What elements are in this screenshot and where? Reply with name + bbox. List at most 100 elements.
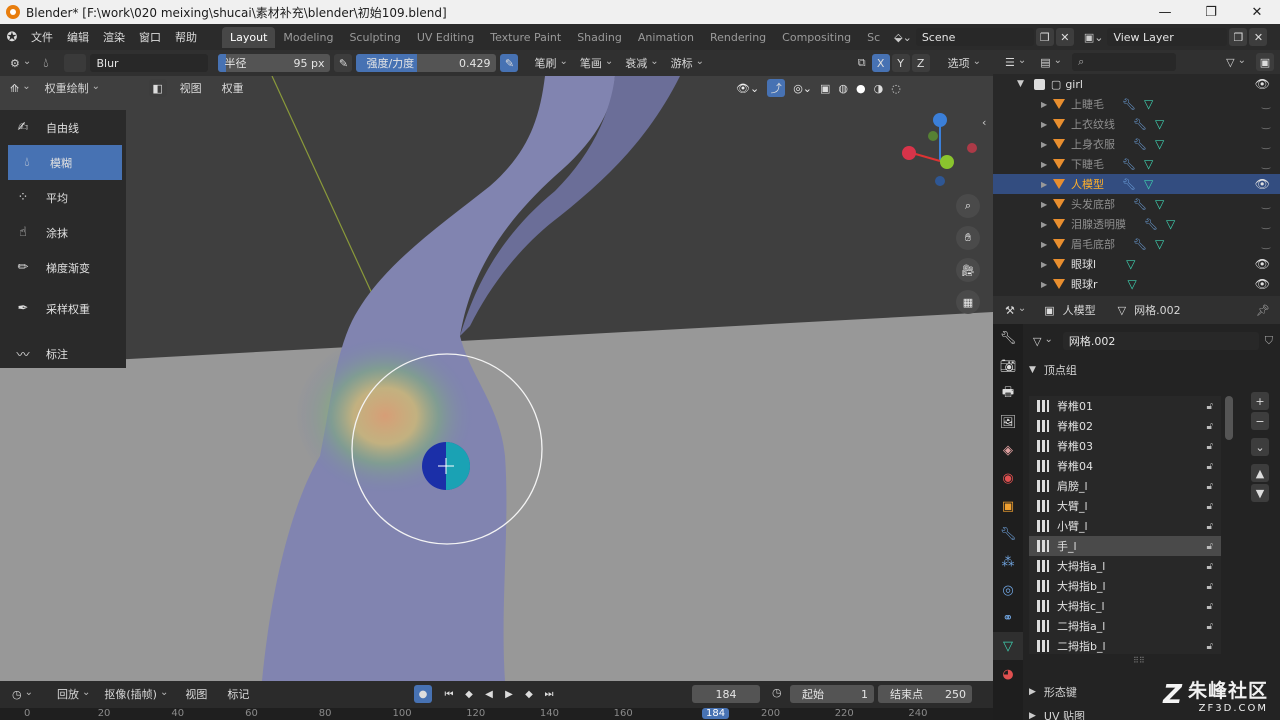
modifier-wrench-icon[interactable]: 🔧︎	[1133, 138, 1147, 151]
strength-field[interactable]: 强度/力度 0.429	[356, 54, 497, 72]
tab-sculpting[interactable]: Sculpting	[341, 27, 408, 48]
current-frame-field[interactable]: 184	[692, 685, 760, 703]
checkbox-icon[interactable]	[1033, 78, 1045, 90]
scene-tab-icon[interactable]: ◈	[993, 436, 1023, 464]
eye-closed-icon[interactable]: ‿	[1262, 199, 1270, 210]
shading-rendered-icon[interactable]: ◌	[891, 82, 901, 95]
new-scene-icon[interactable]: ❐	[1035, 28, 1054, 46]
view-layer-tab-icon[interactable]: 🖼︎	[993, 408, 1023, 436]
eye-icon[interactable]: 👁︎	[1255, 257, 1270, 271]
particles-tab-icon[interactable]: ⁂	[993, 548, 1023, 576]
outliner-collection-row[interactable]: ▼ ▢ girl 👁︎	[993, 74, 1280, 94]
record-button[interactable]: ●	[414, 685, 432, 703]
brush-name-field[interactable]: Blur	[90, 54, 209, 72]
keying-dropdown[interactable]: 抠像(插帧)	[100, 686, 172, 702]
drop-icon[interactable]: 💧︎	[43, 56, 48, 71]
strength-pressure-icon[interactable]: ✎	[500, 54, 519, 72]
expand-arrow-icon[interactable]: ▶	[1041, 260, 1053, 269]
vertex-group-row[interactable]: 脊椎04 🔓︎	[1029, 456, 1221, 476]
menu-weights[interactable]: 权重	[215, 80, 251, 96]
tab-scripting[interactable]: Sc	[859, 27, 888, 48]
mesh-data-icon[interactable]: ▽	[1155, 197, 1164, 211]
outliner-object-row[interactable]: ▶ 眉毛底部 🔧︎ ▽ ‿	[993, 234, 1280, 254]
tool-blur[interactable]: 💧︎ 模糊	[8, 145, 122, 180]
xray-icon[interactable]: ▣	[820, 82, 830, 95]
outliner-object-row[interactable]: ▶ 泪腺透明膜 🔧︎ ▽ ‿	[993, 214, 1280, 234]
modifier-wrench-icon[interactable]: 🔧︎	[1122, 98, 1136, 111]
minimize-button[interactable]: —	[1142, 0, 1188, 24]
mesh-data-icon[interactable]: ▽	[1144, 97, 1153, 111]
outliner-object-row[interactable]: ▶ 眼球r ▽ 👁︎	[993, 274, 1280, 294]
mesh-data-icon[interactable]: ▽	[1144, 177, 1153, 191]
expand-arrow-icon[interactable]: ▶	[1041, 160, 1053, 169]
mesh-browse-icon[interactable]: ▽	[1029, 335, 1057, 348]
delete-view-layer-icon[interactable]: ✕	[1249, 28, 1268, 46]
face-mask-icon[interactable]: ◧	[148, 79, 167, 97]
pin-icon[interactable]: 📌︎	[1256, 304, 1270, 317]
shading-material-icon[interactable]: ◑	[874, 82, 884, 95]
tab-shading[interactable]: Shading	[569, 27, 630, 48]
mesh-data-icon[interactable]: ▽	[1155, 137, 1164, 151]
expand-arrow-icon[interactable]: ▶	[1041, 120, 1053, 129]
constraints-tab-icon[interactable]: ⚭	[993, 604, 1023, 632]
editor-type-dropdown[interactable]: ⟰	[6, 82, 35, 95]
vertex-group-row[interactable]: 肩膀_l 🔓︎	[1029, 476, 1221, 496]
vertex-group-row[interactable]: 二拇指b_l 🔓︎	[1029, 636, 1221, 654]
modifier-tab-icon[interactable]: 🔧︎	[993, 520, 1023, 548]
mesh-data-icon[interactable]: ▽	[1128, 277, 1137, 291]
modifier-wrench-icon[interactable]: 🔧︎	[1133, 238, 1147, 251]
camera-icon[interactable]: 🎥︎	[956, 258, 980, 282]
uv-maps-section-header[interactable]: ▶ UV 贴图	[1029, 708, 1085, 720]
menu-edit[interactable]: 编辑	[60, 29, 96, 45]
group-specials-button[interactable]: ⌄	[1251, 438, 1269, 456]
lock-icon[interactable]: 🔓︎	[1207, 621, 1213, 632]
tab-rendering[interactable]: Rendering	[702, 27, 774, 48]
jump-start-icon[interactable]: ⏮	[440, 685, 458, 703]
modifier-wrench-icon[interactable]: 🔧︎	[1133, 198, 1147, 211]
menu-view[interactable]: 视图	[173, 80, 209, 96]
list-resize-handle[interactable]: ⠿⠿	[1133, 656, 1145, 665]
modifier-wrench-icon[interactable]: 🔧︎	[1144, 218, 1158, 231]
options-dropdown[interactable]: 选项	[944, 55, 985, 71]
tab-compositing[interactable]: Compositing	[774, 27, 859, 48]
overlay-toggle-icon[interactable]: ◎⌄	[793, 82, 812, 95]
fake-user-shield-icon[interactable]: ⛉	[1265, 334, 1273, 348]
tool-smear[interactable]: ☝︎ 涂抹	[0, 215, 126, 250]
brush-dropdown[interactable]: 笔刷	[530, 55, 571, 71]
prev-keyframe-icon[interactable]: ◆	[460, 685, 478, 703]
filter-icon[interactable]: ▽	[1222, 56, 1250, 69]
menu-help[interactable]: 帮助	[168, 29, 204, 45]
vertex-group-row[interactable]: 脊椎03 🔓︎	[1029, 436, 1221, 456]
lock-icon[interactable]: 🔓︎	[1207, 401, 1213, 412]
properties-editor-type-icon[interactable]: ⚒	[1001, 304, 1030, 317]
radius-field[interactable]: 半径 95 px	[218, 54, 331, 72]
cursor-dropdown[interactable]: 游标	[667, 55, 708, 71]
outliner-object-row[interactable]: ▶ 下睫毛 🔧︎ ▽ ‿	[993, 154, 1280, 174]
tab-texture-paint[interactable]: Texture Paint	[482, 27, 569, 48]
material-tab-icon[interactable]: ◕	[993, 660, 1023, 688]
playback-dropdown[interactable]: 回放	[53, 686, 94, 702]
lock-icon[interactable]: 🔓︎	[1207, 581, 1213, 592]
vertex-group-list[interactable]: 脊椎01 🔓︎ 脊椎02 🔓︎ 脊椎03 🔓︎ 脊椎04 🔓︎ 肩膀_l 🔓︎ 大臂_l 🔓︎ 小臂_l…	[1029, 396, 1221, 654]
lock-icon[interactable]: 🔓︎	[1207, 481, 1213, 492]
gizmo-neg-y-ball[interactable]	[928, 131, 938, 141]
sidebar-toggle-icon[interactable]: ‹	[982, 116, 986, 129]
tool-annotate[interactable]: 〰 标注	[0, 336, 126, 371]
tool-sample-weight[interactable]: ✒︎ 采样权重	[0, 291, 126, 326]
data-tab-icon[interactable]: ▽	[993, 632, 1023, 660]
eye-icon[interactable]: 👁︎	[1255, 77, 1270, 91]
eye-closed-icon[interactable]: ‿	[1262, 119, 1270, 130]
falloff-dropdown[interactable]: 衰减	[621, 55, 662, 71]
eye-closed-icon[interactable]: ‿	[1262, 219, 1270, 230]
axis-z-button[interactable]: Z	[911, 54, 930, 72]
move-down-button[interactable]: ▼	[1251, 484, 1269, 502]
blender-menu-icon[interactable]: ✪	[0, 30, 24, 45]
view-layer-field[interactable]: View Layer	[1107, 28, 1228, 46]
expand-arrow-icon[interactable]: ▶	[1041, 200, 1053, 209]
vertex-group-row[interactable]: 脊椎02 🔓︎	[1029, 416, 1221, 436]
lock-icon[interactable]: 🔓︎	[1207, 641, 1213, 652]
expand-arrow-icon[interactable]: ▶	[1041, 240, 1053, 249]
symmetry-icon[interactable]: ⧉	[858, 56, 866, 70]
shape-keys-section-header[interactable]: ▶ 形态键	[1029, 684, 1077, 700]
pen-pressure-icon[interactable]: ✎	[334, 54, 353, 72]
